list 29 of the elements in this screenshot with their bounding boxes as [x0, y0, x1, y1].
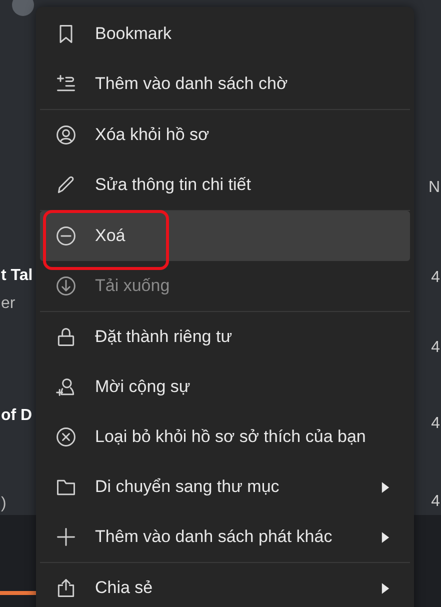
add-person-icon: [55, 376, 77, 398]
share-icon: [55, 577, 77, 599]
download-icon: [55, 275, 77, 297]
track-number: 4: [431, 414, 440, 434]
track-title: er: [1, 294, 16, 314]
track-title: of D: [1, 406, 32, 426]
menu-item[interactable]: Đặt thành riêng tư: [40, 312, 410, 362]
close-circle-icon: [55, 426, 77, 448]
menu-item[interactable]: Chia sẻ: [40, 563, 410, 607]
menu-item[interactable]: Thêm vào danh sách phát khác: [40, 512, 410, 562]
plus-icon: [55, 526, 77, 548]
menu-item[interactable]: Loại bỏ khỏi hồ sơ sở thích của bạn: [40, 412, 410, 462]
column-heading: N: [428, 178, 440, 198]
menu-item[interactable]: Xóa khỏi hồ sơ: [40, 110, 410, 160]
menu-item[interactable]: Sửa thông tin chi tiết: [40, 160, 410, 210]
track-number: 4: [431, 338, 440, 358]
track-title: ): [1, 494, 6, 514]
menu-item[interactable]: Xoá: [40, 211, 410, 261]
track-number: 4: [431, 268, 440, 288]
track-number: 4: [431, 492, 440, 512]
person-circle-icon: [55, 124, 77, 146]
lock-icon: [55, 326, 77, 348]
menu-item[interactable]: Mời cộng sự: [40, 362, 410, 412]
menu-item[interactable]: Di chuyển sang thư mục: [40, 462, 410, 512]
avatar: [12, 0, 34, 16]
menu-item[interactable]: Thêm vào danh sách chờ: [40, 59, 410, 109]
menu-item[interactable]: Bookmark: [40, 9, 410, 59]
minus-circle-icon: [55, 225, 77, 247]
track-title: t Tal: [1, 266, 33, 286]
